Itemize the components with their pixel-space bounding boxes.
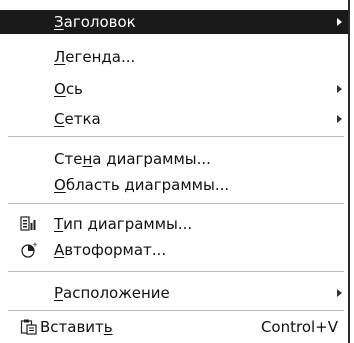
menu-item-autoformat[interactable]: Автоформат...: [0, 238, 348, 262]
menu-item-axis[interactable]: Ось: [0, 77, 348, 101]
menu-separator: [8, 271, 344, 272]
menu-item-label: Стена диаграммы...: [54, 150, 211, 168]
menu-item-chart-wall[interactable]: Стена диаграммы...: [0, 147, 348, 171]
chart-context-menu: Заголовок Легенда... Ось Сетка Стена диа…: [0, 0, 350, 343]
menu-item-position[interactable]: Расположение: [0, 281, 348, 305]
menu-item-label: Ось: [54, 80, 83, 98]
menu-item-chart-type[interactable]: Тип диаграммы...: [0, 212, 348, 236]
menu-item-title[interactable]: Заголовок: [0, 10, 348, 34]
autoformat-icon: [20, 241, 38, 259]
menu-item-chart-area[interactable]: Область диаграммы...: [0, 173, 348, 197]
menu-item-grid[interactable]: Сетка: [0, 107, 348, 131]
menu-item-label: Расположение: [54, 284, 170, 302]
menu-item-label: Сетка: [54, 110, 101, 128]
submenu-arrow-icon: [337, 18, 342, 26]
shortcut-label: Control+V: [260, 318, 338, 336]
menu-item-label: Автоформат...: [54, 241, 167, 259]
menu-item-label: Легенда...: [54, 48, 136, 66]
chart-type-icon: [20, 215, 38, 233]
paste-icon: [20, 318, 38, 336]
submenu-arrow-icon: [337, 115, 342, 123]
menu-item-legend[interactable]: Легенда...: [0, 45, 348, 69]
menu-separator: [8, 136, 344, 137]
submenu-arrow-icon: [337, 85, 342, 93]
menu-item-label: Тип диаграммы...: [54, 215, 193, 233]
menu-separator: [8, 203, 344, 204]
menu-item-label: Заголовок: [54, 13, 136, 31]
menu-item-label: Область диаграммы...: [54, 176, 230, 194]
menu-item-paste[interactable]: Вставить Control+V: [0, 315, 348, 339]
submenu-arrow-icon: [337, 289, 342, 297]
menu-separator: [8, 310, 344, 311]
menu-item-label: Вставить: [40, 318, 113, 336]
